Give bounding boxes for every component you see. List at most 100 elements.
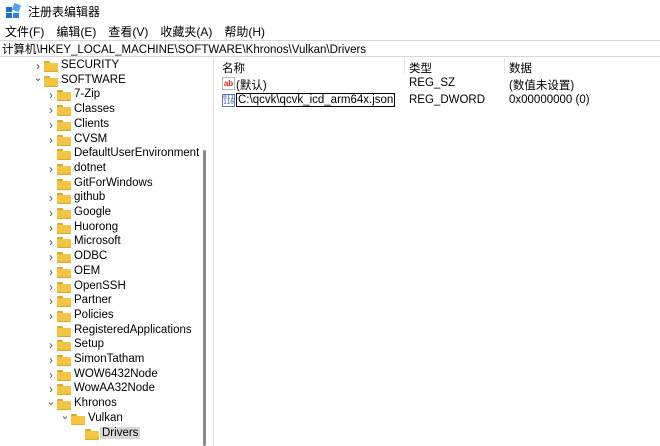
column-divider[interactable] [504, 58, 505, 74]
menu-favorites[interactable]: 收藏夹(A) [154, 23, 218, 40]
tree-item[interactable]: › SimonTatham [0, 353, 211, 368]
tree-item[interactable]: › OpenSSH [0, 280, 211, 295]
chevron-right-icon[interactable]: › [46, 294, 56, 308]
chevron-down-icon[interactable]: ⌄ [46, 396, 56, 408]
tree-item[interactable]: › github [0, 191, 211, 206]
menu-view[interactable]: 查看(V) [102, 23, 154, 40]
chevron-right-icon[interactable]: › [46, 265, 56, 279]
folder-icon [57, 325, 71, 337]
tree-item[interactable]: › 7-Zip [0, 88, 211, 103]
menu-help[interactable]: 帮助(H) [218, 23, 271, 40]
chevron-right-icon[interactable]: › [46, 162, 56, 176]
chevron-right-icon[interactable]: › [46, 103, 56, 117]
chevron-right-icon[interactable]: › [46, 382, 56, 396]
chevron-right-icon[interactable]: › [46, 280, 56, 294]
tree-item-label: Partner [74, 294, 112, 307]
menu-bar: 文件(F) 编辑(E) 查看(V) 收藏夹(A) 帮助(H) [0, 22, 660, 40]
chevron-right-icon[interactable]: › [46, 353, 56, 367]
chevron-down-icon[interactable]: ⌄ [33, 72, 43, 84]
address-path[interactable]: 计算机\HKEY_LOCAL_MACHINE\SOFTWARE\Khronos\… [2, 41, 366, 57]
string-value-icon: ab [222, 77, 235, 90]
tree-item[interactable]: RegisteredApplications [0, 324, 211, 339]
chevron-right-icon[interactable]: › [46, 338, 56, 352]
folder-icon [57, 266, 71, 278]
tree-item-label: WowAA32Node [74, 382, 155, 395]
chevron-right-icon[interactable]: › [46, 88, 56, 102]
column-header-type[interactable]: 类型 [409, 60, 432, 76]
title-bar: 注册表编辑器 [0, 0, 660, 22]
chevron-right-icon[interactable]: › [46, 191, 56, 205]
tree-item[interactable]: › Huorong [0, 221, 211, 236]
chevron-right-icon[interactable]: › [46, 235, 56, 249]
tree-item[interactable]: DefaultUserEnvironment [0, 147, 211, 162]
tree-item[interactable]: › Classes [0, 103, 211, 118]
tree-item[interactable]: ⌄ SOFTWARE [0, 72, 211, 89]
tree-item-label: Setup [74, 338, 105, 351]
tree-item[interactable]: › CVSM [0, 133, 211, 148]
tree-item-label: SECURITY [61, 59, 120, 71]
column-header-name[interactable]: 名称 [222, 60, 245, 76]
values-list: 名称 类型 数据 ab (默认) REG_SZ (数值未设置) 011 110 C:\qc… [214, 58, 660, 446]
tree-item[interactable]: › dotnet [0, 162, 211, 177]
tree-item-label: Drivers [100, 426, 141, 439]
folder-icon [71, 413, 85, 425]
chevron-right-icon[interactable]: › [33, 59, 43, 73]
tree-item-label: OEM [74, 264, 101, 277]
folder-icon [57, 252, 71, 264]
folder-icon [57, 369, 71, 381]
chevron-right-icon[interactable]: › [46, 368, 56, 382]
column-divider[interactable] [404, 58, 405, 74]
tree-item-label: Huorong [74, 220, 119, 233]
tree-item-label: CVSM [74, 132, 108, 145]
menu-edit[interactable]: 编辑(E) [50, 23, 102, 40]
tree-item[interactable]: › Setup [0, 338, 211, 353]
tree-item[interactable]: › Policies [0, 309, 211, 324]
folder-icon [44, 61, 58, 72]
folder-icon [57, 340, 71, 352]
tree-item[interactable]: › WOW6432Node [0, 368, 211, 383]
value-data: (数值未设置) [509, 80, 575, 92]
chevron-right-icon[interactable]: › [46, 133, 56, 147]
value-row[interactable]: ab (默认) REG_SZ (数值未设置) [214, 76, 660, 92]
chevron-right-icon[interactable]: › [46, 221, 56, 235]
folder-icon [57, 310, 71, 322]
folder-icon [57, 134, 71, 146]
tree-item-label: GitForWindows [74, 176, 153, 189]
tree-item[interactable]: ⌄ Khronos [0, 396, 211, 412]
address-bar[interactable]: 计算机\HKEY_LOCAL_MACHINE\SOFTWARE\Khronos\… [0, 40, 660, 57]
value-name-edit-field[interactable]: C:\qcvk\qcvk_icd_arm64x.json [236, 93, 396, 107]
tree-item[interactable]: › Microsoft [0, 235, 211, 250]
tree-item-label: Khronos [74, 397, 117, 410]
menu-file[interactable]: 文件(F) [0, 23, 50, 40]
tree-item[interactable]: › OEM [0, 265, 211, 280]
chevron-right-icon[interactable]: › [46, 118, 56, 132]
tree-item[interactable]: GitForWindows [0, 177, 211, 192]
folder-icon [57, 296, 71, 308]
value-row[interactable]: 011 110 C:\qcvk\qcvk_icd_arm64x.json REG_D… [214, 93, 660, 109]
tree-item[interactable]: › Google [0, 206, 211, 221]
tree-item[interactable]: ⌄ Vulkan [0, 410, 211, 427]
folder-icon [85, 428, 99, 440]
tree-item[interactable]: › WowAA32Node [0, 382, 211, 397]
tree-item[interactable]: Drivers [0, 426, 211, 442]
window-title: 注册表编辑器 [28, 4, 101, 19]
folder-icon [57, 355, 71, 366]
tree-scrollbar[interactable] [203, 150, 206, 446]
folder-icon [57, 222, 71, 234]
tree-item-label: 7-Zip [74, 88, 101, 101]
chevron-right-icon[interactable]: › [46, 206, 56, 220]
tree-item[interactable]: › SECURITY [0, 59, 211, 74]
binary-value-icon: 011 110 [222, 94, 235, 107]
registry-tree[interactable]: › SECURITY ⌄ SOFTWARE › 7-Zip › Classes › Clients… [0, 58, 211, 446]
value-type: REG_SZ [409, 77, 456, 89]
folder-icon [57, 237, 71, 249]
tree-item[interactable]: › Clients [0, 118, 211, 133]
value-name: (默认) [236, 80, 267, 92]
chevron-right-icon[interactable]: › [46, 309, 56, 323]
chevron-down-icon[interactable]: ⌄ [60, 410, 70, 422]
tree-item[interactable]: › Partner [0, 294, 211, 309]
folder-icon [57, 384, 71, 396]
chevron-right-icon[interactable]: › [46, 250, 56, 264]
tree-item[interactable]: › ODBC [0, 250, 211, 265]
column-header-data[interactable]: 数据 [509, 60, 532, 76]
